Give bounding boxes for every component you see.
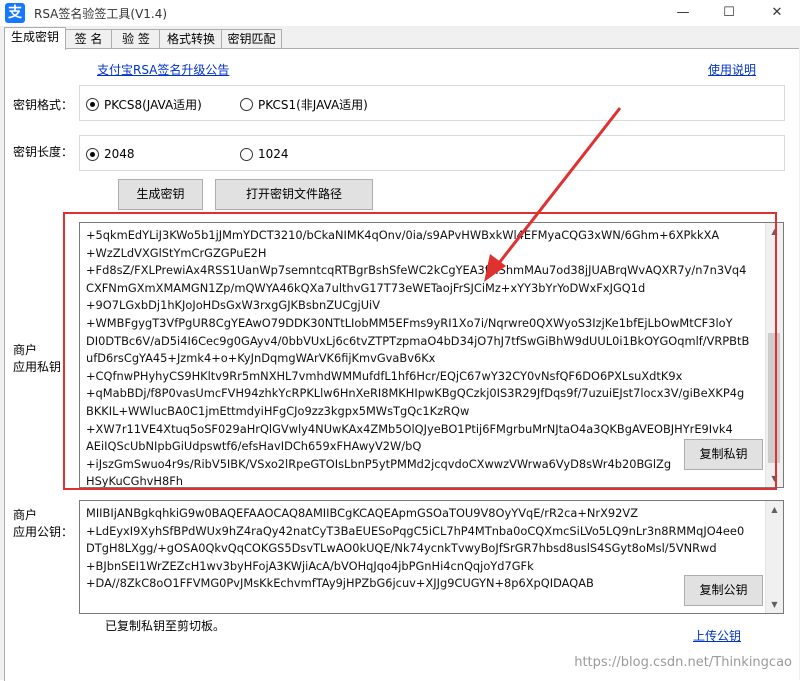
public-key-line: +BJbnSEI1WrZEZcH1wv3byHFojA3KWjiAcA/bVOH…	[86, 558, 534, 573]
radio-1024[interactable]: 1024	[240, 147, 289, 161]
radio-1024-indicator[interactable]	[240, 147, 253, 161]
scroll-down-icon[interactable]: ▼	[766, 596, 783, 613]
tab-key-match[interactable]: 密钥匹配	[221, 29, 282, 49]
private-key-textarea[interactable]: +5qkmEdYLiJ3KWo5b1jJMmYDCT3210/bCkaNIMK4…	[79, 222, 784, 488]
radio-pkcs1-indicator[interactable]	[240, 98, 253, 111]
private-key-scrollbar[interactable]: ▲ ▼	[765, 223, 783, 487]
public-key-line: +DA//8ZkC8oO1FFVMG0PvJMsKkEchvmfTAy9jHPZ…	[86, 576, 594, 591]
title-bar: 支 RSA签名验签工具(V1.4) — ☐ ✕	[0, 0, 800, 26]
scroll-up-icon[interactable]: ▲	[766, 223, 783, 240]
radio-pkcs8-label: PKCS8(JAVA适用)	[104, 98, 202, 112]
private-key-line: ufD6rsCgYA45+Jzmk4+o+KyJnDqmgWArVK6fijKm…	[86, 351, 436, 366]
key-format-label: 密钥格式：	[13, 98, 74, 112]
close-button[interactable]: ✕	[754, 0, 800, 26]
radio-pkcs8-indicator[interactable]	[86, 98, 99, 111]
help-link[interactable]: 使用说明	[708, 61, 756, 78]
announcement-link[interactable]: 支付宝RSA签名升级公告	[97, 61, 229, 78]
private-key-line: +WMBFgygT3VfPgUR8CgYEAwO79DDK30NTtLIobMM…	[86, 315, 733, 330]
radio-2048[interactable]: 2048	[86, 147, 135, 161]
public-key-line: MIIBIjANBgkqhkiG9w0BAQEFAAOCAQ8AMIIBCgKC…	[86, 506, 638, 520]
private-key-label: 商户 应用私钥：	[13, 342, 73, 376]
private-key-line: +iJszGmSwuo4r9s/RibV5IBK/VSxo2lRpeGTOIsL…	[86, 456, 672, 471]
alipay-app-icon: 支	[5, 3, 25, 23]
public-key-scrollbar[interactable]: ▲ ▼	[765, 501, 783, 613]
private-key-line: DI0DTBc6V/aD5i4I6Cec9g0GAyv4/0bbVUxLj6c6…	[86, 333, 750, 348]
private-key-line: CXFNmGXmXMAMGN1Zp/mQWYA46kQXa7ulthvG17T7…	[86, 280, 646, 295]
radio-2048-label: 2048	[104, 147, 135, 161]
scroll-up-icon[interactable]: ▲	[766, 501, 783, 518]
app-window: 支 RSA签名验签工具(V1.4) — ☐ ✕ 生成密钥 签 名 验 签 格式转…	[0, 0, 800, 681]
scroll-down-icon[interactable]: ▼	[766, 470, 783, 487]
status-message: 已复制私钥至剪切板。	[105, 619, 226, 633]
private-key-scroll-thumb[interactable]	[768, 333, 780, 463]
public-key-line: DTgH8LXgg/+gOSA0QkvQqCOKGS5DsvTLwAO0kUQE…	[86, 541, 717, 556]
private-key-line: +9O7LGxbDj1hKJoJoHDsGxW3rxgGJKBsbnZUCgjU…	[86, 298, 381, 313]
tab-format-convert[interactable]: 格式转换	[159, 29, 223, 49]
radio-pkcs8[interactable]: PKCS8(JAVA适用)	[86, 96, 202, 113]
maximize-button[interactable]: ☐	[706, 0, 752, 26]
public-key-label-line2: 应用公钥：	[13, 525, 74, 539]
tab-verify[interactable]: 验 签	[111, 29, 161, 49]
public-key-textarea[interactable]: MIIBIjANBgkqhkiG9w0BAQEFAAOCAQ8AMIIBCgKC…	[79, 500, 784, 614]
radio-pkcs1-label: PKCS1(非JAVA适用)	[258, 98, 368, 112]
tab-sign[interactable]: 签 名	[64, 29, 113, 49]
private-key-line: +XW7r11VE4Xtuq5oSF029aHrQlGVwly4NUwKAx4Z…	[86, 421, 733, 436]
private-key-line: +Fd8sZ/FXLPrewiAx4RSS1UanWp7semntcqRTBgr…	[86, 263, 747, 278]
public-key-label: 商户 应用公钥：	[13, 507, 73, 541]
copy-private-key-button[interactable]: 复制私钥	[684, 439, 763, 470]
watermark: https://blog.csdn.net/Thinkingcao	[574, 655, 792, 670]
private-key-label-line1: 商户	[13, 343, 38, 357]
key-format-group: PKCS8(JAVA适用) PKCS1(非JAVA适用)	[79, 85, 785, 121]
radio-2048-indicator[interactable]	[86, 147, 99, 161]
tab-generate-key[interactable]: 生成密钥	[4, 27, 66, 50]
private-key-line: +qMabBDj/f8P0vasUmcFVH94zhkYcRPKLlw6HnXe…	[86, 386, 745, 401]
private-key-line: HSyKuCGhvH8Fh	[86, 474, 183, 488]
public-key-label-line1: 商户	[13, 508, 38, 522]
radio-1024-label: 1024	[258, 147, 289, 161]
private-key-line: AEiIQScUbNIpbGiUdpswtf6/efsHavIDCh659xFH…	[86, 439, 422, 454]
key-length-label: 密钥长度：	[13, 145, 74, 159]
minimize-button[interactable]: —	[660, 0, 706, 26]
private-key-line: +WzZLdVXGlStYmCrGZGPuE2H	[86, 245, 267, 260]
private-key-text: +5qkmEdYLiJ3KWo5b1jJMmYDCT3210/bCkaNIMK4…	[86, 227, 750, 488]
private-key-line: +CQfnwPHyhyCS9HKltv9Rr5mNXHL7vmhdWMMufdf…	[86, 368, 683, 383]
open-key-path-button[interactable]: 打开密钥文件路径	[215, 179, 373, 210]
public-key-line: +LdEyxI9XyhSfBPdWUx9hZ4raQy42natCyT3BaEU…	[86, 523, 745, 538]
public-key-text: MIIBIjANBgkqhkiG9w0BAQEFAAOCAQ8AMIIBCgKC…	[86, 505, 744, 593]
private-key-line: BKKIL+WWlucBA0C1jmEttmdyiHFgCJo9zz3kgpx5…	[86, 403, 470, 418]
radio-pkcs1[interactable]: PKCS1(非JAVA适用)	[240, 96, 368, 113]
generate-key-button[interactable]: 生成密钥	[118, 179, 203, 210]
upload-public-key-link[interactable]: 上传公钥	[693, 627, 741, 644]
private-key-label-line2: 应用私钥：	[13, 360, 74, 374]
window-title: RSA签名验签工具(V1.4)	[34, 7, 168, 21]
private-key-line: +5qkmEdYLiJ3KWo5b1jJMmYDCT3210/bCkaNIMK4…	[86, 228, 720, 242]
copy-public-key-button[interactable]: 复制公钥	[684, 575, 763, 606]
key-length-group: 2048 1024	[79, 135, 785, 171]
